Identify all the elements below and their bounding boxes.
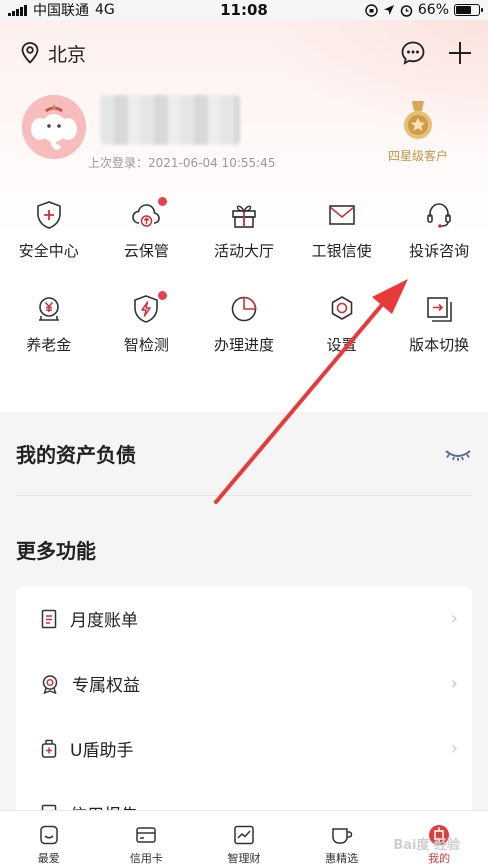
- chevron-right-icon: ›: [450, 738, 458, 759]
- chevron-right-icon: ›: [450, 608, 458, 629]
- elephant-avatar-icon: [22, 95, 86, 159]
- assets-section[interactable]: 我的资产负债: [16, 412, 472, 496]
- grid-item-label: 安全中心: [18, 242, 79, 260]
- more-functions-title: 更多功能: [16, 539, 96, 563]
- grid-item-complaint-consult[interactable]: 投诉咨询: [390, 198, 488, 292]
- envelope-icon: [328, 205, 355, 225]
- location-label: 北京: [48, 43, 87, 66]
- tab-label: 惠精选: [325, 852, 359, 865]
- usb-key-icon: [41, 739, 57, 758]
- chevron-right-icon: ›: [450, 673, 458, 694]
- tab-label: 最爱: [37, 852, 60, 865]
- location-arrow-icon: [383, 5, 394, 15]
- grid-item-settings[interactable]: 设置: [293, 292, 391, 386]
- battery-percent: 66%: [417, 2, 449, 18]
- smile-box-icon: [40, 825, 58, 845]
- headset-icon: [427, 203, 451, 228]
- pension-yen-icon: [38, 297, 59, 321]
- grid-item-label: 工银信使: [311, 242, 372, 260]
- assets-title: 我的资产负债: [16, 443, 136, 467]
- grid-item-label: 活动大厅: [213, 242, 274, 260]
- orientation-lock-icon: [365, 3, 378, 17]
- battery-icon: [454, 4, 483, 16]
- notification-dot: [158, 291, 168, 300]
- alarm-icon: [400, 4, 413, 17]
- tab-label: 我的: [428, 852, 451, 865]
- message-icon[interactable]: [400, 40, 426, 66]
- star-medal-icon: [404, 101, 432, 139]
- grid-item-label: 养老金: [26, 336, 72, 354]
- profile-section[interactable]: 上次登录：2021-06-04 10:55:45 四星级客户: [22, 95, 468, 175]
- menu-item-monthly-bill[interactable]: 月度账单 ›: [16, 586, 472, 651]
- customer-level-label: 四星级客户: [387, 149, 448, 163]
- menu-item-exclusive-rights[interactable]: 专属权益 ›: [16, 651, 472, 716]
- add-icon[interactable]: [448, 41, 472, 65]
- function-grid-row: 养老金 智检测 办理进度 设置 版本切换: [0, 291, 488, 386]
- last-login-time: 上次登录：2021-06-04 10:55:45: [88, 156, 276, 170]
- bottom-tab-bar: 最爱 信用卡 智理财 惠精选 我的: [0, 810, 488, 867]
- grid-item-smart-check[interactable]: 智检测: [98, 291, 196, 386]
- switch-version-icon: [427, 297, 452, 322]
- carrier-label: 中国联通: [33, 3, 89, 19]
- customer-level-badge[interactable]: 四星级客户: [380, 101, 456, 164]
- bill-icon: [41, 609, 57, 628]
- grid-item-label: 云保管: [123, 242, 169, 260]
- grid-item-progress[interactable]: 办理进度: [195, 292, 293, 386]
- grid-item-icbc-messenger[interactable]: 工银信使: [293, 198, 391, 292]
- menu-item-label: U盾助手: [70, 741, 134, 761]
- function-grid: 安全中心 云保管 活动大厅 工银信使 投诉咨询 养老金 智检测 办理进度 设置 …: [0, 197, 488, 386]
- menu-item-label: 月度账单: [70, 611, 138, 631]
- more-functions-list: 月度账单 › 专属权益 › U盾助手 › 信用报告 ›: [16, 586, 472, 826]
- tab-label: 智理财: [227, 852, 261, 865]
- masked-username: [100, 95, 240, 145]
- signal-icon: [8, 4, 27, 16]
- status-bar: 中国联通 4G 11:08 66%: [0, 0, 488, 20]
- tab-mine[interactable]: 我的: [390, 811, 488, 867]
- function-grid-row: 安全中心 云保管 活动大厅 工银信使 投诉咨询: [0, 197, 488, 292]
- credit-card-icon: [136, 827, 157, 843]
- grid-item-label: 设置: [326, 336, 357, 354]
- grid-item-label: 版本切换: [409, 336, 470, 354]
- gear-icon: [331, 296, 352, 320]
- grid-item-security-center[interactable]: 安全中心: [0, 198, 98, 292]
- grid-item-label: 智检测: [123, 336, 169, 354]
- gift-icon: [232, 205, 256, 228]
- menu-item-u-key-assistant[interactable]: U盾助手 ›: [16, 716, 472, 781]
- tab-selected-deals[interactable]: 惠精选: [293, 811, 391, 867]
- menu-item-label: 专属权益: [72, 676, 140, 696]
- grid-item-label: 投诉咨询: [409, 242, 470, 260]
- tab-label: 信用卡: [129, 852, 163, 865]
- grid-item-cloud-storage[interactable]: 云保管: [98, 197, 196, 292]
- grid-item-version-switch[interactable]: 版本切换: [390, 292, 488, 386]
- grid-item-activity-hall[interactable]: 活动大厅: [195, 198, 293, 292]
- icbc-logo-icon: [429, 825, 450, 845]
- shield-plus-icon: [36, 201, 61, 229]
- chart-line-icon: [234, 825, 254, 845]
- avatar[interactable]: [22, 95, 86, 159]
- eye-closed-icon[interactable]: [444, 447, 472, 461]
- tab-wealth[interactable]: 智理财: [195, 811, 293, 867]
- tab-credit-card[interactable]: 信用卡: [98, 811, 196, 867]
- cloud-upload-icon: [131, 197, 168, 230]
- network-label: 4G: [95, 2, 115, 18]
- cup-icon: [331, 828, 352, 844]
- location-selector[interactable]: 北京: [20, 40, 86, 67]
- notification-dot: [158, 197, 168, 206]
- grid-item-label: 办理进度: [213, 336, 274, 354]
- pie-progress-icon: [231, 296, 257, 322]
- medal-icon: [42, 674, 58, 694]
- location-pin-icon: [21, 42, 39, 64]
- shield-bolt-icon: [131, 291, 168, 324]
- grid-item-pension[interactable]: 养老金: [0, 292, 98, 386]
- tab-favorites[interactable]: 最爱: [0, 811, 98, 867]
